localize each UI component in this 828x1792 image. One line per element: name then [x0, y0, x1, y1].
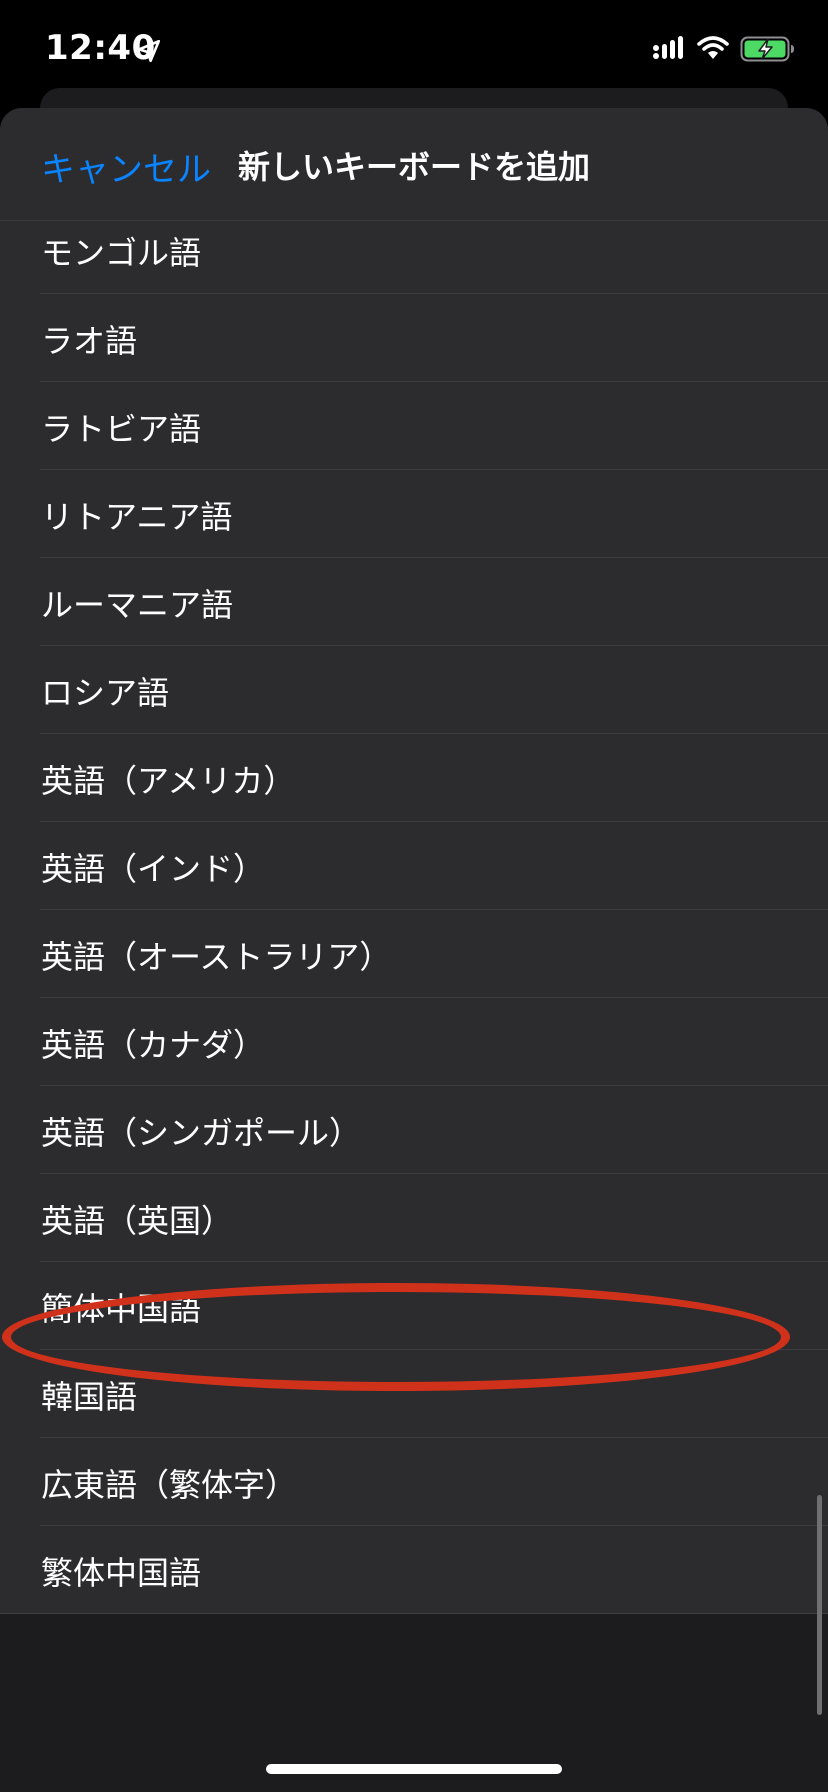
scrollbar[interactable] — [817, 1495, 822, 1715]
list-item-label: 広東語（繁体字） — [41, 1466, 298, 1504]
battery-charging-icon — [740, 36, 794, 62]
wifi-icon — [697, 36, 729, 59]
list-item[interactable]: ラオ語 — [0, 294, 828, 382]
signal-icon — [653, 36, 683, 59]
list-item[interactable]: 繁体中国語 — [0, 1526, 828, 1614]
location-arrow-icon — [137, 39, 161, 63]
page-title: 新しいキーボードを追加 — [238, 148, 591, 186]
list-item[interactable]: 英語（オーストラリア） — [0, 910, 828, 998]
list-item[interactable]: ルーマニア語 — [0, 558, 828, 646]
list-item[interactable]: 英語（カナダ） — [0, 998, 828, 1086]
list-item[interactable]: モンゴル語 — [0, 221, 828, 294]
add-keyboard-sheet: キャンセル 新しいキーボードを追加 モンゴル語ラオ語ラトビア語リトアニア語 ルーマ… — [0, 108, 828, 1792]
list-item[interactable]: 英語（シンガポール） — [0, 1086, 828, 1174]
language-list: モンゴル語ラオ語ラトビア語リトアニア語 ルーマニア語 ロシア語英語（アメリカ） 英語（… — [0, 221, 828, 1614]
list-item-label: 英語（シンガポール） — [41, 1114, 362, 1152]
list-item-label: ラトビア語 — [41, 410, 202, 448]
list-item-label: 英語（インド） — [41, 850, 266, 888]
list-item-label: リトアニア語 — [41, 498, 233, 536]
list-item-label: 繁体中国語 — [41, 1554, 202, 1592]
list-item-label: ロシア語 — [41, 674, 170, 712]
list-item-label: ラオ語 — [41, 322, 138, 360]
list-item[interactable]: ロシア語 — [0, 646, 828, 734]
list-item-label: 英語（カナダ） — [41, 1026, 266, 1064]
list-item-label: 簡体中国語 — [41, 1290, 202, 1328]
list-item-label: 英語（英国） — [41, 1202, 234, 1240]
list-item[interactable]: リトアニア語 — [0, 470, 828, 558]
list-item-label: 英語（オーストラリア） — [41, 938, 392, 976]
list-item[interactable]: 英語（インド） — [0, 822, 828, 910]
list-item-label: ルーマニア語 — [41, 586, 234, 624]
list-item[interactable]: 韓国語 — [0, 1350, 828, 1438]
list-item-label: モンゴル語 — [41, 234, 202, 272]
list-item[interactable]: ラトビア語 — [0, 382, 828, 470]
navigation-bar: キャンセル 新しいキーボードを追加 — [0, 108, 828, 221]
language-list-container[interactable]: モンゴル語ラオ語ラトビア語リトアニア語 ルーマニア語 ロシア語英語（アメリカ） 英語（… — [0, 221, 828, 1756]
list-item-label: 韓国語 — [41, 1378, 138, 1416]
list-item[interactable]: 英語（英国） — [0, 1174, 828, 1262]
screen: 12:40 キャンセル 新しいキーボードを追加 モンゴル語 ラオ語 ラトビア語 … — [0, 0, 828, 1792]
list-item-label: 英語（アメリカ） — [41, 762, 296, 800]
list-item[interactable]: 簡体中国語 — [0, 1262, 828, 1350]
home-indicator[interactable] — [266, 1764, 562, 1774]
cancel-button[interactable]: キャンセル — [41, 142, 211, 191]
status-bar: 12:40 — [0, 0, 828, 100]
list-item[interactable]: 広東語（繁体字） — [0, 1438, 828, 1526]
list-item[interactable]: 英語（アメリカ） — [0, 734, 828, 822]
